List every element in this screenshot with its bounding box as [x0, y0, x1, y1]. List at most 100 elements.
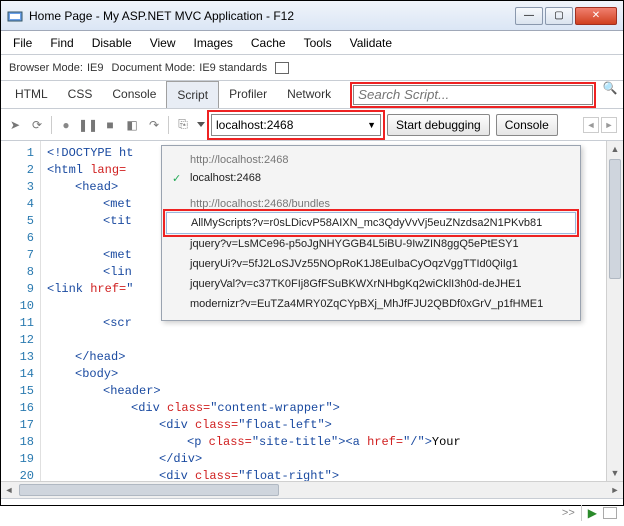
maximize-button[interactable]: ▢: [545, 7, 573, 25]
scroll-right-icon[interactable]: ►: [607, 485, 623, 495]
line-number: 18: [1, 434, 40, 451]
line-number: 16: [1, 400, 40, 417]
step-icon[interactable]: ↷: [146, 117, 162, 133]
menu-tools[interactable]: Tools: [296, 33, 340, 53]
dropdown-group-header: http://localhost:2468/bundles: [166, 196, 576, 212]
dropdown-option[interactable]: modernizr?v=EuTZa4MRY0ZqCYpBXj_MhJfFJU2Q…: [166, 294, 576, 314]
script-dropdown-menu: http://localhost:2468 localhost:2468 htt…: [161, 145, 581, 321]
scroll-down-icon[interactable]: ▼: [607, 465, 623, 481]
window-title: Home Page - My ASP.NET MVC Application -…: [29, 9, 515, 23]
script-dropdown[interactable]: localhost:2468 ▼: [211, 114, 381, 136]
code-line[interactable]: </div>: [47, 451, 623, 468]
code-line[interactable]: <body>: [47, 366, 623, 383]
tabs: HTMLCSSConsoleScriptProfilerNetwork: [5, 81, 341, 108]
browser-mode-label: Browser Mode:: [9, 62, 83, 74]
line-number: 4: [1, 196, 40, 213]
menu-cache[interactable]: Cache: [243, 33, 294, 53]
run-icon[interactable]: ▶: [588, 506, 597, 520]
chevron-down-icon: ▼: [367, 120, 376, 130]
mode-bar: Browser Mode: IE9 Document Mode: IE9 sta…: [1, 55, 623, 81]
stop-icon[interactable]: ■: [102, 117, 118, 133]
vertical-scrollbar[interactable]: ▲ ▼: [606, 141, 623, 481]
scroll-up-icon[interactable]: ▲: [607, 141, 623, 157]
code-line[interactable]: <div class="content-wrapper">: [47, 400, 623, 417]
code-line[interactable]: </head>: [47, 349, 623, 366]
line-number: 8: [1, 264, 40, 281]
menu-view[interactable]: View: [142, 33, 184, 53]
code-line[interactable]: <div class="float-right">: [47, 468, 623, 481]
menu-validate[interactable]: Validate: [342, 33, 400, 53]
menu-file[interactable]: File: [5, 33, 40, 53]
code-line[interactable]: <div class="float-left">: [47, 417, 623, 434]
horizontal-scrollbar[interactable]: ◄ ►: [1, 481, 623, 498]
start-debugging-button[interactable]: Start debugging: [387, 114, 490, 136]
tab-script[interactable]: Script: [166, 81, 219, 108]
tab-html[interactable]: HTML: [5, 81, 58, 108]
bottom-bar: >> ▶: [1, 498, 623, 526]
dropdown-group: AllMyScripts?v=r0sLDicvP58AIXN_mc3QdyVvV…: [166, 212, 576, 314]
line-number: 1: [1, 145, 40, 162]
chevron-down-icon[interactable]: [197, 122, 205, 127]
nav-back-button[interactable]: ◄: [583, 117, 599, 133]
tab-bar: HTMLCSSConsoleScriptProfilerNetwork 🔍: [1, 81, 623, 109]
line-number: 5: [1, 213, 40, 230]
tab-css[interactable]: CSS: [58, 81, 103, 108]
search-icon[interactable]: 🔍: [601, 81, 619, 108]
tab-network[interactable]: Network: [277, 81, 341, 108]
dropdown-group-header: http://localhost:2468: [166, 152, 576, 168]
editor-area: 123456789101112131415161718192021 <!DOCT…: [1, 141, 623, 481]
console-prompt: >>: [562, 507, 575, 519]
browser-mode-value[interactable]: IE9: [87, 62, 104, 74]
menubar: FileFindDisableViewImagesCacheToolsValid…: [1, 31, 623, 55]
cursor-icon[interactable]: ➤: [7, 117, 23, 133]
tab-profiler[interactable]: Profiler: [219, 81, 277, 108]
multiline-icon[interactable]: [603, 507, 617, 519]
line-number: 9: [1, 281, 40, 298]
line-number: 11: [1, 315, 40, 332]
search-input[interactable]: [353, 85, 593, 105]
line-number: 10: [1, 298, 40, 315]
dropdown-option[interactable]: jqueryVal?v=c37TK0FIj8GfFSuBKWXrNHbgKq2w…: [166, 274, 576, 294]
code-line[interactable]: <p class="site-title"><a href="/">Your: [47, 434, 623, 451]
script-dropdown-value: localhost:2468: [216, 118, 293, 132]
menu-find[interactable]: Find: [42, 33, 81, 53]
dropdown-option[interactable]: localhost:2468: [166, 168, 576, 188]
line-number: 15: [1, 383, 40, 400]
code-line[interactable]: <header>: [47, 383, 623, 400]
separator: [581, 505, 582, 521]
dropdown-option[interactable]: jqueryUi?v=5fJ2LoSJVz55NOpRoK1J8EuIbaCyO…: [166, 254, 576, 274]
format-icon[interactable]: ⎘: [175, 117, 191, 133]
line-number: 14: [1, 366, 40, 383]
refresh-icon[interactable]: ⟳: [29, 117, 45, 133]
line-number: 7: [1, 247, 40, 264]
console-button[interactable]: Console: [496, 114, 558, 136]
toolbar: ➤ ⟳ ● ❚❚ ■ ◧ ↷ ⎘ localhost:2468 ▼ Start …: [1, 109, 623, 141]
minimize-button[interactable]: —: [515, 7, 543, 25]
app-icon: [7, 8, 23, 24]
line-number: 19: [1, 451, 40, 468]
scroll-thumb[interactable]: [19, 484, 279, 496]
document-mode-icon[interactable]: [275, 62, 289, 74]
dropdown-option[interactable]: jquery?v=LsMCe96-p5oJgNHYGGB4L5iBU-9IwZI…: [166, 234, 576, 254]
line-number: 17: [1, 417, 40, 434]
tab-console[interactable]: Console: [102, 81, 166, 108]
nav-forward-button[interactable]: ►: [601, 117, 617, 133]
line-number: 12: [1, 332, 40, 349]
titlebar: Home Page - My ASP.NET MVC Application -…: [1, 1, 623, 31]
scroll-thumb[interactable]: [609, 159, 621, 279]
document-mode-value[interactable]: IE9 standards: [199, 62, 267, 74]
play-icon[interactable]: ●: [58, 117, 74, 133]
line-gutter: 123456789101112131415161718192021: [1, 141, 41, 481]
line-number: 3: [1, 179, 40, 196]
menu-disable[interactable]: Disable: [84, 33, 140, 53]
close-button[interactable]: ✕: [575, 7, 617, 25]
menu-images[interactable]: Images: [186, 33, 241, 53]
dropdown-option[interactable]: AllMyScripts?v=r0sLDicvP58AIXN_mc3QdyVvV…: [166, 212, 576, 234]
separator: [168, 116, 169, 134]
code-line[interactable]: [47, 332, 623, 349]
separator: [51, 116, 52, 134]
breakpoint-icon[interactable]: ◧: [124, 117, 140, 133]
line-number: 13: [1, 349, 40, 366]
pause-icon[interactable]: ❚❚: [80, 117, 96, 133]
line-number: 2: [1, 162, 40, 179]
